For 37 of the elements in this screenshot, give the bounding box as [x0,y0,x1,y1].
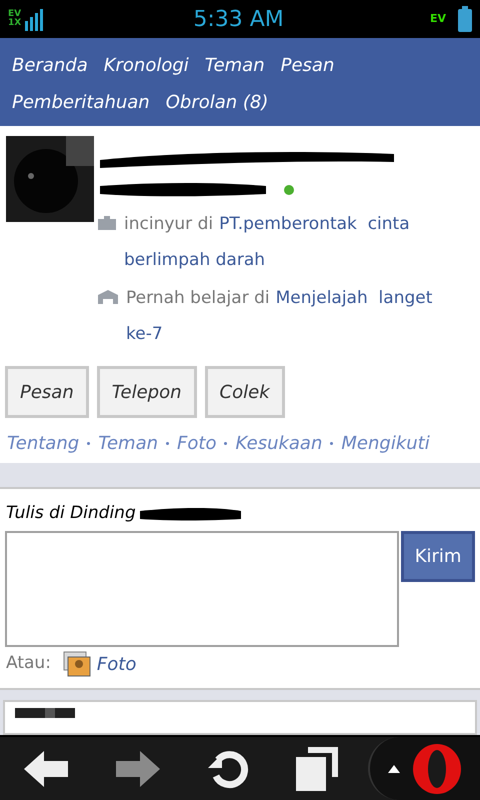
profile-tab-link[interactable]: Kesukaan [235,430,322,457]
building-icon [98,290,118,304]
alt-label: Atau: [6,652,51,676]
battery-icon [458,6,472,32]
action-button[interactable]: Telepon [96,366,197,418]
clock: 5:33 AM [192,6,285,34]
detail-label: Pernah belajar di [126,287,270,310]
network-label: EV [8,10,22,19]
data-label: EV [430,10,446,27]
caret-up-icon[interactable] [388,764,400,772]
photo-link[interactable]: Foto [96,650,136,678]
profile-tab-link[interactable]: Foto [177,430,216,457]
profile-tab-link[interactable]: Mengikuti [341,430,430,457]
detail-link[interactable]: berlimpah darah [124,242,266,278]
nav-link[interactable]: Obrolan (8) [166,89,268,116]
nav-link[interactable]: Teman [204,52,265,79]
action-button[interactable]: Pesan [5,366,89,418]
detail-link[interactable]: ke-7 [126,316,163,352]
briefcase-icon [98,216,116,230]
back-arrow-icon[interactable] [22,748,70,788]
nav-link[interactable]: Pemberitahuan [12,89,150,116]
tabs-icon[interactable] [296,746,338,790]
submit-button[interactable]: Kirim [401,530,475,582]
wall-label: Tulis di Dinding [6,502,136,525]
nav-link[interactable]: Beranda [12,52,88,79]
nav-link[interactable]: Kronologi [104,52,189,79]
wall-post-field[interactable] [5,530,400,646]
profile-tab-link[interactable]: Teman [98,430,158,457]
photo-icon [62,651,91,677]
action-button[interactable]: Colek [204,366,285,418]
detail-link[interactable]: PT.pemberontak cinta [219,206,410,242]
profile-tab-link[interactable]: Tentang [7,430,80,457]
detail-label: incinyur di [124,213,214,236]
browser-logo-icon[interactable] [412,742,462,794]
detail-link[interactable]: Menjelajah langet [276,280,432,316]
network-label: 1X [8,19,22,28]
nav-link[interactable]: Pesan [280,52,334,79]
